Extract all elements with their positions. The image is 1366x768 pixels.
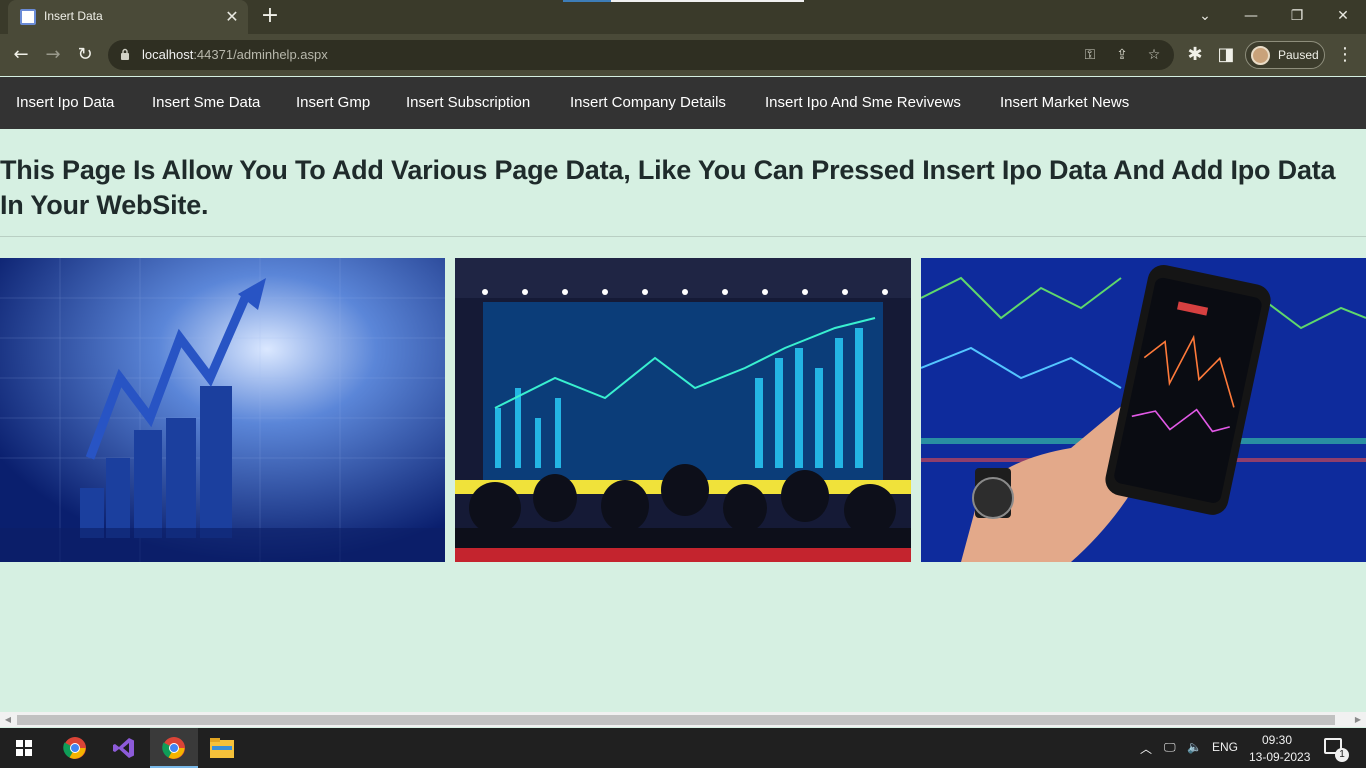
reload-icon[interactable]: ↻ (72, 42, 98, 68)
avatar (1251, 46, 1270, 65)
nav-insert-reviews[interactable]: Insert Ipo And Sme Revivews (765, 94, 961, 111)
minimize-icon[interactable]: — (1228, 4, 1274, 28)
profile-button[interactable]: Paused (1245, 41, 1325, 69)
clock-date[interactable]: 13-09-2023 (1249, 750, 1310, 764)
taskbar-visual-studio[interactable] (100, 728, 148, 768)
language-indicator[interactable]: ENG (1212, 740, 1238, 754)
nav-insert-ipo-data[interactable]: Insert Ipo Data (16, 94, 114, 111)
browser-toolbar: ← → ↻ localhost:44371/adminhelp.aspx ⚿ ⇪… (0, 34, 1366, 76)
network-icon[interactable]: 🖵 (1164, 740, 1176, 755)
site-navbar: Insert Ipo Data Insert Sme Data Insert G… (0, 77, 1366, 129)
close-tab-icon[interactable]: ✕ (222, 7, 242, 27)
tab-title: Insert Data (44, 9, 103, 23)
browser-tab[interactable]: Insert Data ✕ (8, 0, 248, 34)
horizontal-scrollbar[interactable]: ◀ ▶ (0, 712, 1366, 727)
address-bar[interactable]: localhost:44371/adminhelp.aspx ⚿ ⇪ ☆ (108, 40, 1174, 70)
scrollbar-thumb[interactable] (17, 715, 1335, 725)
loading-indicator-track (611, 0, 804, 2)
chrome-icon (63, 737, 86, 759)
nav-insert-subscription[interactable]: Insert Subscription (406, 94, 530, 111)
bookmark-star-icon[interactable]: ☆ (1144, 45, 1164, 65)
start-button[interactable] (0, 728, 48, 768)
nav-insert-market-news[interactable]: Insert Market News (1000, 94, 1129, 111)
side-panel-icon[interactable]: ◨ (1213, 42, 1239, 68)
nav-insert-gmp[interactable]: Insert Gmp (296, 94, 370, 111)
taskbar-chrome-active[interactable] (150, 728, 198, 768)
menu-icon[interactable]: ⋮ (1332, 42, 1358, 68)
stock-growth-image (0, 258, 445, 562)
close-window-icon[interactable]: ✕ (1320, 4, 1366, 28)
phone-trading-image (921, 258, 1366, 562)
divider (0, 236, 1366, 237)
page-favicon-icon (20, 9, 36, 25)
restore-icon[interactable]: ❐ (1274, 4, 1320, 28)
taskbar-chrome[interactable] (51, 728, 99, 768)
nav-insert-sme-data[interactable]: Insert Sme Data (152, 94, 260, 111)
scroll-left-icon[interactable]: ◀ (2, 714, 14, 726)
lock-icon (121, 48, 129, 60)
share-icon[interactable]: ⇪ (1112, 45, 1132, 65)
clock-time[interactable]: 09:30 (1262, 733, 1292, 747)
chrome-profile-icon (162, 737, 185, 759)
url-text: localhost:44371/adminhelp.aspx (142, 47, 328, 62)
page-title: This Page Is Allow You To Add Various Pa… (0, 155, 1336, 220)
url-host: localhost (142, 47, 194, 62)
loading-indicator (563, 0, 611, 2)
new-tab-icon[interactable]: + (258, 5, 282, 28)
nav-insert-company-details[interactable]: Insert Company Details (570, 94, 726, 111)
taskbar-file-explorer[interactable] (198, 728, 246, 768)
windows-icon (16, 740, 32, 756)
back-icon[interactable]: ← (8, 42, 34, 68)
notifications-count: 1 (1335, 748, 1349, 762)
folder-icon (210, 738, 234, 758)
market-screen-audience-image (455, 258, 911, 562)
key-icon[interactable]: ⚿ (1080, 45, 1100, 65)
volume-icon[interactable]: 🔈 (1187, 740, 1202, 754)
tray-overflow-icon[interactable]: ︿ (1140, 740, 1152, 757)
url-path: :44371/adminhelp.aspx (193, 47, 328, 62)
browser-tab-strip: Insert Data ✕ + ⌄ — ❐ ✕ (0, 0, 1366, 34)
scroll-right-icon[interactable]: ▶ (1352, 714, 1364, 726)
profile-status: Paused (1278, 48, 1319, 62)
forward-icon[interactable]: → (40, 42, 66, 68)
visual-studio-icon (113, 738, 134, 758)
extensions-icon[interactable]: ✱ (1182, 42, 1208, 68)
tab-search-icon[interactable]: ⌄ (1182, 4, 1228, 28)
taskbar: ︿ 🖵 🔈 ENG 09:30 13-09-2023 1 (0, 728, 1366, 768)
